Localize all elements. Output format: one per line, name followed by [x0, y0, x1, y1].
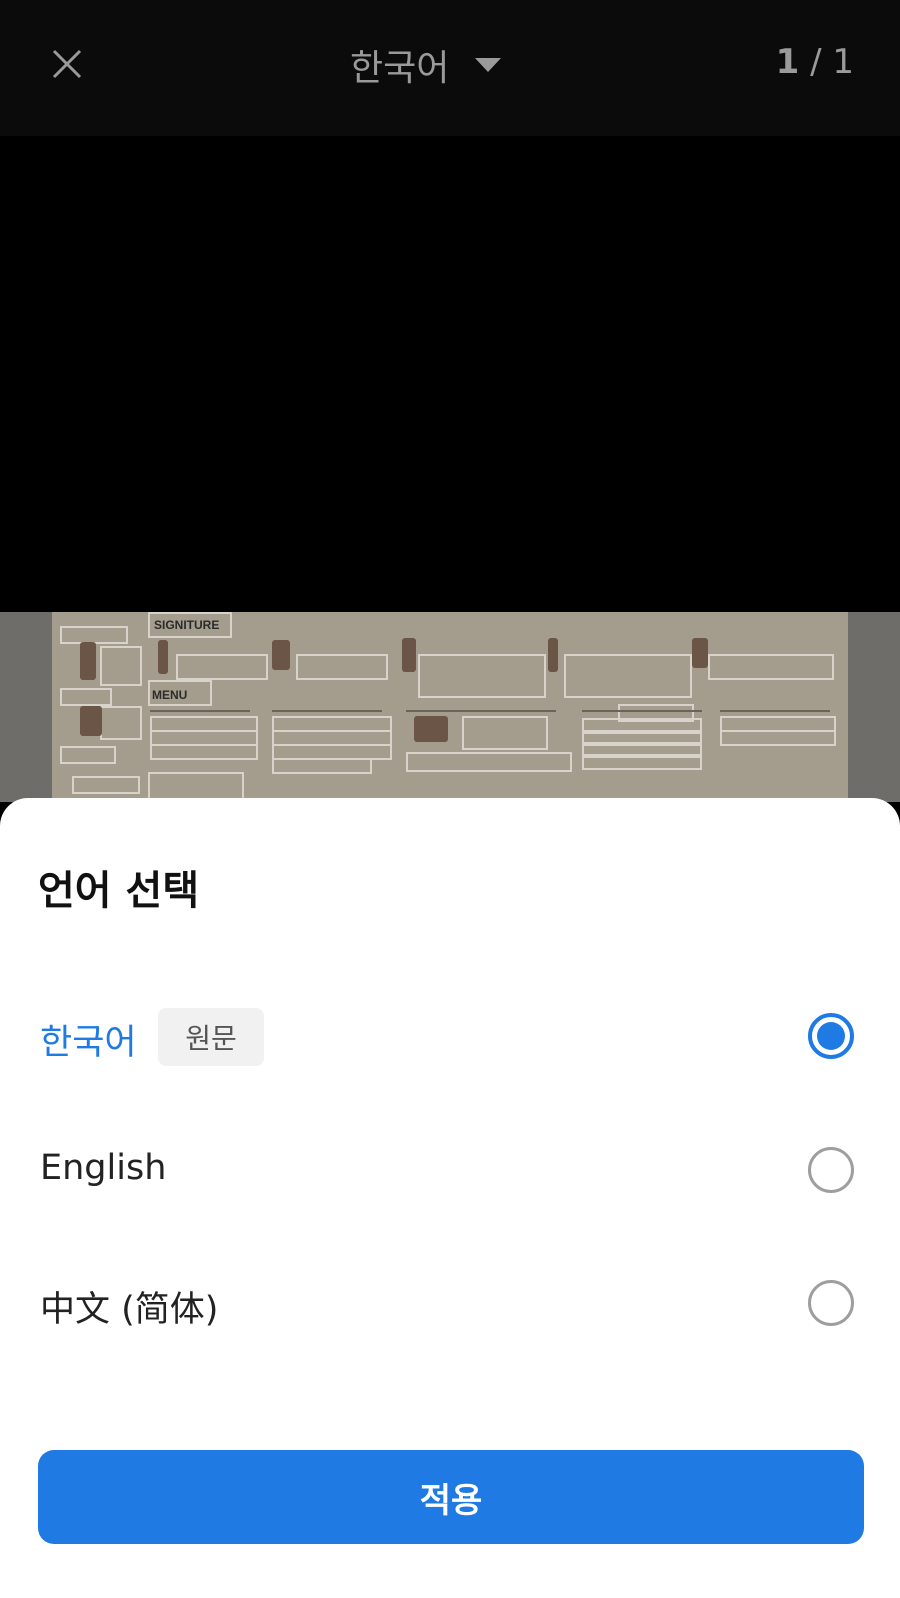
ocr-box — [462, 716, 548, 750]
divider — [406, 710, 556, 712]
ocr-box — [708, 654, 834, 680]
close-icon — [52, 49, 82, 79]
product-image — [548, 638, 558, 672]
divider — [150, 710, 250, 712]
product-image — [692, 638, 708, 668]
divider — [582, 710, 702, 712]
close-button[interactable] — [50, 47, 84, 81]
apply-button[interactable]: 적용 — [38, 1450, 864, 1544]
ocr-box — [582, 754, 702, 770]
ocr-box — [406, 752, 572, 772]
ocr-box — [72, 776, 140, 794]
option-label: English — [40, 1148, 167, 1188]
language-option-chinese-simplified[interactable]: 中文 (简体) — [0, 1249, 900, 1359]
language-dropdown[interactable]: 한국어 — [350, 38, 502, 92]
divider — [720, 710, 830, 712]
ocr-box — [720, 730, 836, 746]
sheet-title: 언어 선택 — [38, 868, 200, 914]
product-image — [414, 716, 448, 742]
product-image — [158, 640, 168, 674]
original-badge: 원문 — [158, 1008, 264, 1066]
language-option-english[interactable]: English — [0, 1116, 900, 1226]
ocr-box — [176, 654, 268, 680]
option-label: 中文 (简体) — [40, 1290, 219, 1330]
product-image — [80, 642, 96, 680]
ocr-box — [564, 654, 692, 698]
ocr-box — [60, 688, 112, 706]
product-image — [272, 640, 290, 670]
chevron-down-icon — [475, 58, 502, 72]
ocr-box — [418, 654, 546, 698]
ocr-box — [100, 646, 142, 686]
ocr-box — [296, 654, 388, 680]
current-language-label: 한국어 — [350, 48, 450, 89]
ocr-box — [150, 744, 258, 760]
menu-text: MENU — [152, 688, 188, 702]
product-image — [402, 638, 416, 672]
page-counter: 1 / 1 — [776, 42, 854, 82]
ocr-box — [100, 706, 142, 740]
language-option-korean[interactable]: 한국어 — [0, 982, 900, 1092]
ocr-box — [148, 772, 244, 800]
signature-text: SIGNITURE — [154, 618, 220, 632]
image-viewer — [0, 136, 900, 612]
menu-photo: SIGNITURE MENU — [52, 612, 848, 802]
language-select-sheet: 언어 선택 한국어 원문 English 中文 (简体) 적용 — [0, 798, 900, 1598]
ocr-box — [272, 758, 372, 774]
radio-chinese-simplified[interactable] — [808, 1280, 854, 1326]
page-current: 1 — [775, 42, 800, 82]
radio-korean[interactable] — [808, 1013, 854, 1059]
page-total: / 1 — [799, 42, 854, 82]
product-image — [80, 706, 102, 736]
top-bar: 한국어 1 / 1 — [0, 0, 900, 136]
radio-english[interactable] — [808, 1147, 854, 1193]
divider — [272, 710, 382, 712]
option-label: 한국어 — [40, 1023, 137, 1063]
ocr-box — [60, 746, 116, 764]
